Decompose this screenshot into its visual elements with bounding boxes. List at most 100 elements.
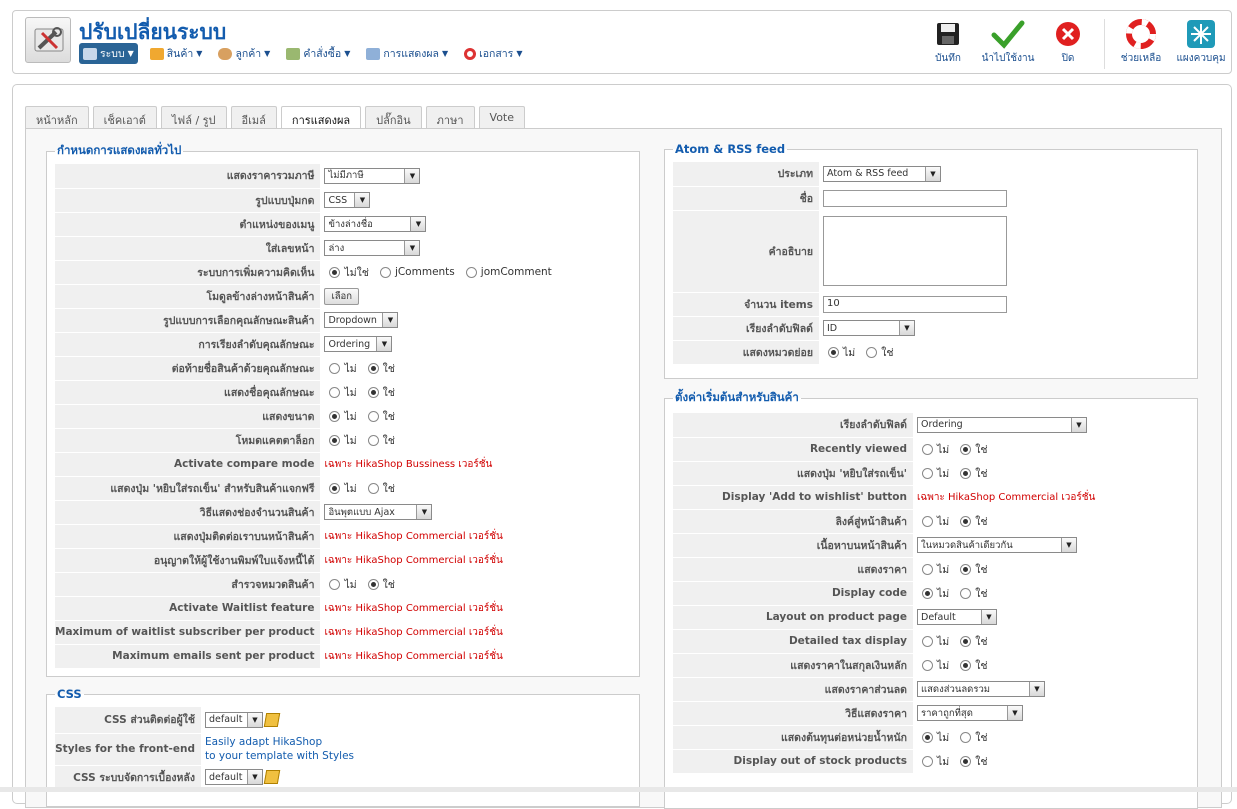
feed-type-select[interactable]: Atom & RSS feed ▼ — [823, 165, 941, 182]
radio-no[interactable] — [922, 443, 933, 455]
feed-name-input[interactable] — [823, 189, 1007, 207]
setting-label: Maximum emails sent per product — [55, 644, 321, 669]
radio-yes[interactable] — [960, 755, 972, 767]
radio-jomcomment[interactable] — [465, 266, 477, 278]
box-icon — [149, 47, 164, 60]
radio-no[interactable] — [922, 515, 933, 527]
chevron-down-icon: ▼ — [925, 166, 940, 181]
radio-no[interactable] — [329, 410, 341, 422]
close-button[interactable]: ปิด — [1038, 15, 1098, 73]
setting-row: เรียงลำดับฟิลด์ Ordering ▼ — [673, 413, 1193, 438]
select-modules-button[interactable]: เลือก — [324, 287, 359, 305]
menu-customers[interactable]: ลูกค้า ▼ — [214, 43, 274, 64]
tax-select[interactable]: ไม่มีภาษี ▼ — [324, 167, 421, 184]
discount-display-select[interactable]: แสดงส่วนลดรวม ▼ — [917, 681, 1045, 697]
edit-icon[interactable] — [263, 712, 281, 727]
product-defaults-fieldset: ตั้งค่าเริ่มต้นสำหรับสินค้า เรียงลำดับฟิ… — [664, 389, 1198, 809]
radio-yes[interactable] — [367, 362, 379, 374]
radio-no[interactable] — [329, 362, 341, 374]
radio-jcomments[interactable] — [379, 266, 391, 278]
chevron-down-icon: ▼ — [981, 610, 996, 624]
tab-files-images[interactable]: ไฟล์ / รูป — [160, 106, 227, 128]
feed-legend: Atom & RSS feed — [675, 142, 786, 156]
feed-items-input[interactable]: 10 — [823, 295, 1007, 313]
setting-row: วิธีแสดงช่องจำนวนสินค้า อินพุตแบบ Ajax ▼ — [55, 500, 635, 525]
radio-yes[interactable] — [367, 482, 379, 494]
save-button[interactable]: บันทึก — [918, 15, 978, 73]
radio-no[interactable] — [329, 578, 341, 590]
help-button[interactable]: ช่วยเหลือ — [1111, 15, 1171, 73]
radio-yes[interactable] — [960, 563, 972, 575]
radio-yes[interactable] — [960, 443, 972, 455]
setting-row: การเรียงลำดับคุณลักษณะ Ordering ▼ — [55, 332, 635, 357]
layout-select[interactable]: Default ▼ — [917, 609, 997, 625]
product-order-select[interactable]: Ordering ▼ — [917, 416, 1087, 433]
radio-yes[interactable] — [866, 346, 878, 358]
menu-documents[interactable]: เอกสาร ▼ — [460, 43, 526, 64]
radio-no[interactable] — [329, 386, 341, 398]
setting-row: ลิงค์สู่หน้าสินค้า ไม่ ใช่ — [673, 509, 1193, 534]
tab-display[interactable]: การแสดงผล — [280, 106, 362, 129]
characteristic-select[interactable]: Dropdown ▼ — [324, 312, 399, 328]
menu-system[interactable]: ระบบ ▼ — [79, 43, 138, 64]
menu-products[interactable]: สินค้า ▼ — [146, 43, 207, 64]
backend-css-select[interactable]: default ▼ — [205, 769, 263, 785]
menu-display[interactable]: การแสดงผล ▼ — [362, 43, 452, 64]
setting-label: แสดงต้นทุนต่อหน่วยน้ำหนัก — [673, 725, 913, 750]
radio-yes[interactable] — [960, 515, 972, 527]
radio-no[interactable] — [922, 563, 933, 575]
quantity-mode-select[interactable]: อินพุตแบบ Ajax ▼ — [324, 504, 433, 520]
menu-orders[interactable]: คำสั่งซื้อ ▼ — [282, 43, 354, 64]
frontend-css-select[interactable]: default ▼ — [205, 711, 263, 728]
radio-comments-none[interactable] — [329, 266, 341, 278]
feed-description-textarea[interactable] — [823, 216, 1007, 286]
styles-link[interactable]: Easily adapt HikaShop to your template wi… — [205, 735, 635, 763]
radio-yes[interactable] — [367, 434, 379, 446]
pagination-select[interactable]: ล่าง ▼ — [324, 240, 421, 256]
edition-note: เฉพาะ HikaShop Commercial เวอร์ชั่น — [324, 602, 503, 614]
tab-email[interactable]: อีเมล์ — [230, 106, 277, 128]
setting-row: Maximum emails sent per product เฉพาะ Hik… — [55, 644, 635, 669]
radio-no[interactable] — [922, 587, 933, 599]
setting-row: ชื่อ — [673, 186, 1193, 211]
radio-no[interactable] — [922, 467, 933, 479]
tab-language[interactable]: ภาษา — [425, 106, 475, 128]
dashboard-button[interactable]: แผงควบคุม — [1171, 15, 1231, 73]
product-content-select[interactable]: ในหมวดสินค้าเดียวกัน ▼ — [917, 537, 1077, 553]
radio-yes[interactable] — [960, 731, 972, 743]
radio-no[interactable] — [329, 434, 341, 446]
characteristic-order-select[interactable]: Ordering ▼ — [324, 336, 393, 352]
general-settings-table: แสดงราคารวมภาษี ไม่มีภาษี ▼ รูปแบบปุ่มกด CS… — [55, 164, 635, 669]
radio-no[interactable] — [922, 755, 933, 767]
tab-vote[interactable]: Vote — [478, 106, 526, 128]
setting-label: รูปแบบการเลือกคุณลักษณะสินค้า — [55, 308, 321, 333]
radio-yes[interactable] — [960, 659, 972, 671]
radio-no[interactable] — [922, 659, 933, 671]
setting-row: ตำแหน่งของเมนู ข้างล่างชื่อ ▼ — [55, 212, 635, 237]
radio-yes[interactable] — [960, 635, 972, 647]
menu-position-select[interactable]: ข้างล่างชื่อ ▼ — [324, 216, 427, 232]
config-wrench-icon — [25, 17, 71, 63]
radio-no[interactable] — [329, 482, 341, 494]
price-display-select[interactable]: ราคาถูกที่สุด ▼ — [917, 705, 1023, 721]
apply-button[interactable]: นำไปใช้งาน — [978, 15, 1038, 73]
horizontal-scrollbar[interactable] — [0, 787, 1237, 792]
radio-no[interactable] — [922, 635, 933, 647]
radio-yes[interactable] — [367, 578, 379, 590]
setting-row: แสดงขนาด ไม่ ใช่ — [55, 404, 635, 429]
radio-yes[interactable] — [960, 587, 972, 599]
feed-order-select[interactable]: ID ▼ — [823, 320, 915, 336]
chevron-down-icon: ▼ — [899, 321, 914, 335]
radio-no[interactable] — [828, 346, 839, 358]
tab-checkout[interactable]: เช็คเอาต์ — [92, 106, 157, 128]
radio-yes[interactable] — [960, 467, 972, 479]
button-style-select[interactable]: CSS ▼ — [324, 192, 371, 208]
tab-main[interactable]: หน้าหลัก — [25, 106, 89, 128]
chevron-down-icon: ▼ — [127, 49, 134, 58]
setting-label: Display code — [673, 581, 913, 606]
radio-no[interactable] — [922, 731, 933, 743]
radio-yes[interactable] — [367, 386, 379, 398]
tab-plugins[interactable]: ปลั๊กอิน — [365, 106, 422, 128]
edit-icon[interactable] — [263, 770, 281, 784]
radio-yes[interactable] — [367, 410, 379, 422]
